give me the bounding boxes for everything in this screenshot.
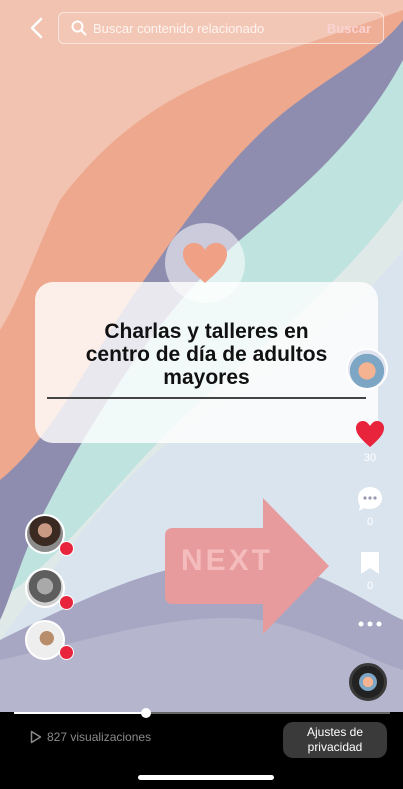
- privacy-label-line: Ajustes de: [306, 725, 364, 739]
- views-text: 827 visualizaciones: [47, 730, 152, 744]
- heart-icon: [183, 243, 227, 283]
- video-title: Charlas y talleres en centro de día de a…: [54, 320, 359, 389]
- creator-avatar[interactable]: [346, 348, 388, 390]
- bookmark-icon[interactable]: [359, 550, 381, 576]
- search-input[interactable]: Buscar contenido relacionado: [93, 21, 264, 36]
- heart-badge-icon: [59, 595, 74, 610]
- like-heart-icon[interactable]: [355, 420, 385, 448]
- views-count: 827 visualizaciones: [30, 730, 151, 744]
- privacy-label-line: privacidad: [307, 740, 363, 754]
- video-progress-bar[interactable]: [14, 708, 390, 718]
- saves-count: 0: [366, 580, 374, 592]
- video-title-line: Charlas y talleres en: [104, 320, 309, 343]
- more-icon[interactable]: [357, 620, 383, 628]
- play-icon: [30, 730, 42, 744]
- comments-count: 0: [366, 516, 374, 528]
- sound-disc-icon[interactable]: [349, 663, 387, 701]
- comment-icon[interactable]: [356, 485, 384, 513]
- progress-knob[interactable]: [140, 708, 151, 718]
- video-title-line: centro de día de adultos: [85, 343, 328, 366]
- next-label: NEXT: [181, 544, 274, 577]
- back-arrow-icon[interactable]: [26, 15, 48, 41]
- home-indicator[interactable]: [138, 775, 274, 780]
- sound-disc-art: [359, 673, 377, 691]
- card-divider: [47, 397, 366, 399]
- card-heart-badge: [165, 223, 245, 303]
- privacy-settings-button[interactable]: Ajustes de privacidad: [283, 722, 387, 758]
- progress-fill: [14, 712, 146, 714]
- search-button[interactable]: Buscar: [327, 21, 371, 36]
- search-bar[interactable]: Buscar contenido relacionado Buscar: [58, 12, 384, 44]
- video-screen[interactable]: Buscar contenido relacionado Buscar Char…: [0, 0, 403, 789]
- video-title-line: mayores: [163, 366, 250, 389]
- heart-badge-icon: [59, 645, 74, 660]
- search-icon: [71, 20, 87, 36]
- heart-badge-icon: [59, 541, 74, 556]
- likes-count: 30: [363, 452, 377, 464]
